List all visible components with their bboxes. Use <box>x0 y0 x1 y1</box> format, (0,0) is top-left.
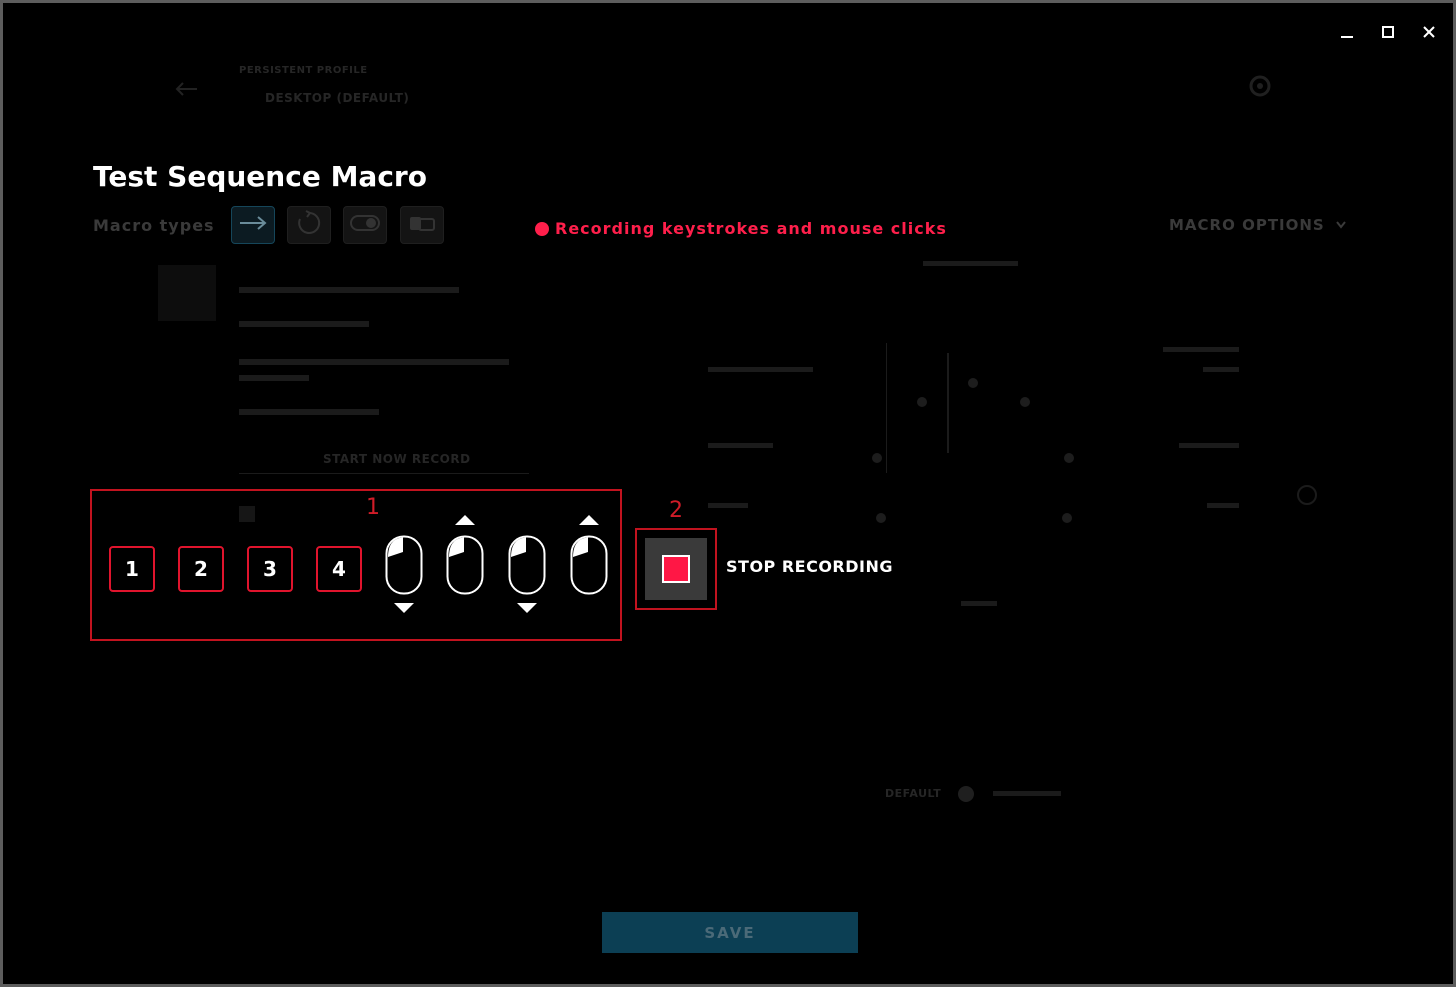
chevron-down-icon <box>1335 216 1347 234</box>
back-arrow-icon[interactable] <box>175 81 199 101</box>
background-text-line <box>708 443 773 448</box>
background-text-line <box>923 261 1018 266</box>
close-icon[interactable] <box>1418 21 1440 43</box>
minimize-icon[interactable] <box>1336 21 1358 43</box>
background-dot <box>968 378 978 388</box>
mouse-left-click-icon[interactable] <box>570 535 608 595</box>
background-circle-icon <box>1295 483 1319 511</box>
toggle-icon <box>349 213 381 237</box>
macro-type-repeat-button[interactable] <box>287 206 331 244</box>
background-text-line <box>961 601 997 606</box>
background-text-line <box>239 359 509 365</box>
background-divider <box>947 353 949 453</box>
background-dot <box>1020 397 1030 407</box>
background-text-line <box>239 409 379 415</box>
recorded-key[interactable]: 4 <box>316 546 362 592</box>
recording-status-text: Recording keystrokes and mouse clicks <box>555 219 947 238</box>
background-dot <box>876 513 886 523</box>
macro-options-dropdown[interactable]: MACRO OPTIONS <box>1169 216 1347 234</box>
profile-image-placeholder <box>158 265 216 321</box>
macro-options-label: MACRO OPTIONS <box>1169 216 1325 234</box>
background-text-line <box>1163 347 1239 352</box>
background-dot <box>1064 453 1074 463</box>
stop-recording-button[interactable] <box>645 538 707 600</box>
key-up-arrow-icon <box>579 515 599 525</box>
recording-status: Recording keystrokes and mouse clicks <box>535 219 947 238</box>
recorded-key[interactable]: 1 <box>109 546 155 592</box>
macro-type-sequence-button[interactable] <box>400 206 444 244</box>
background-text-line <box>1203 367 1239 372</box>
background-text-line <box>1207 503 1239 508</box>
app-window: PERSISTENT PROFILE DESKTOP (DEFAULT) STA… <box>0 0 1456 987</box>
key-down-arrow-icon <box>394 603 414 613</box>
recorded-key[interactable]: 3 <box>247 546 293 592</box>
delay-value: DEFAULT <box>885 787 942 800</box>
macro-types-label: Macro types <box>93 216 215 235</box>
maximize-icon[interactable] <box>1377 21 1399 43</box>
background-dot <box>917 397 927 407</box>
callout-number-2: 2 <box>669 498 683 523</box>
macro-type-no-repeat-button[interactable] <box>231 206 275 244</box>
background-text-line <box>708 503 748 508</box>
background-divider <box>239 473 529 474</box>
stop-square-icon <box>662 555 690 583</box>
callout-number-1: 1 <box>366 495 380 520</box>
key-up-arrow-icon <box>455 515 475 525</box>
sequence-icon <box>407 213 437 237</box>
macro-type-toggle-button[interactable] <box>343 206 387 244</box>
mouse-left-click-icon[interactable] <box>508 535 546 595</box>
background-text-line <box>708 367 813 372</box>
profile-label: PERSISTENT PROFILE <box>239 65 368 76</box>
recording-dot-icon <box>535 221 549 236</box>
mouse-left-click-icon[interactable] <box>385 535 423 595</box>
stop-recording-label[interactable]: STOP RECORDING <box>726 557 893 576</box>
mouse-left-click-icon[interactable] <box>446 535 484 595</box>
background-text-line <box>1179 443 1239 448</box>
background-dot <box>1062 513 1072 523</box>
save-button[interactable]: SAVE <box>602 912 858 953</box>
background-dot <box>872 453 882 463</box>
no-repeat-arrow-icon <box>238 214 268 236</box>
background-text-line <box>239 287 459 293</box>
repeat-while-holding-icon <box>295 209 323 241</box>
recorded-key[interactable]: 2 <box>178 546 224 592</box>
background-text-line <box>239 375 309 381</box>
background-text-line <box>239 321 369 327</box>
background-divider <box>886 343 887 473</box>
key-down-arrow-icon <box>517 603 537 613</box>
profile-selector[interactable]: DESKTOP (DEFAULT) <box>265 91 409 105</box>
start-now-label: START NOW RECORD <box>323 452 471 466</box>
page-title: Test Sequence Macro <box>93 160 427 193</box>
background-text-line <box>993 791 1061 796</box>
background-toggle-knob <box>958 786 974 802</box>
gear-icon[interactable] <box>1247 73 1273 103</box>
